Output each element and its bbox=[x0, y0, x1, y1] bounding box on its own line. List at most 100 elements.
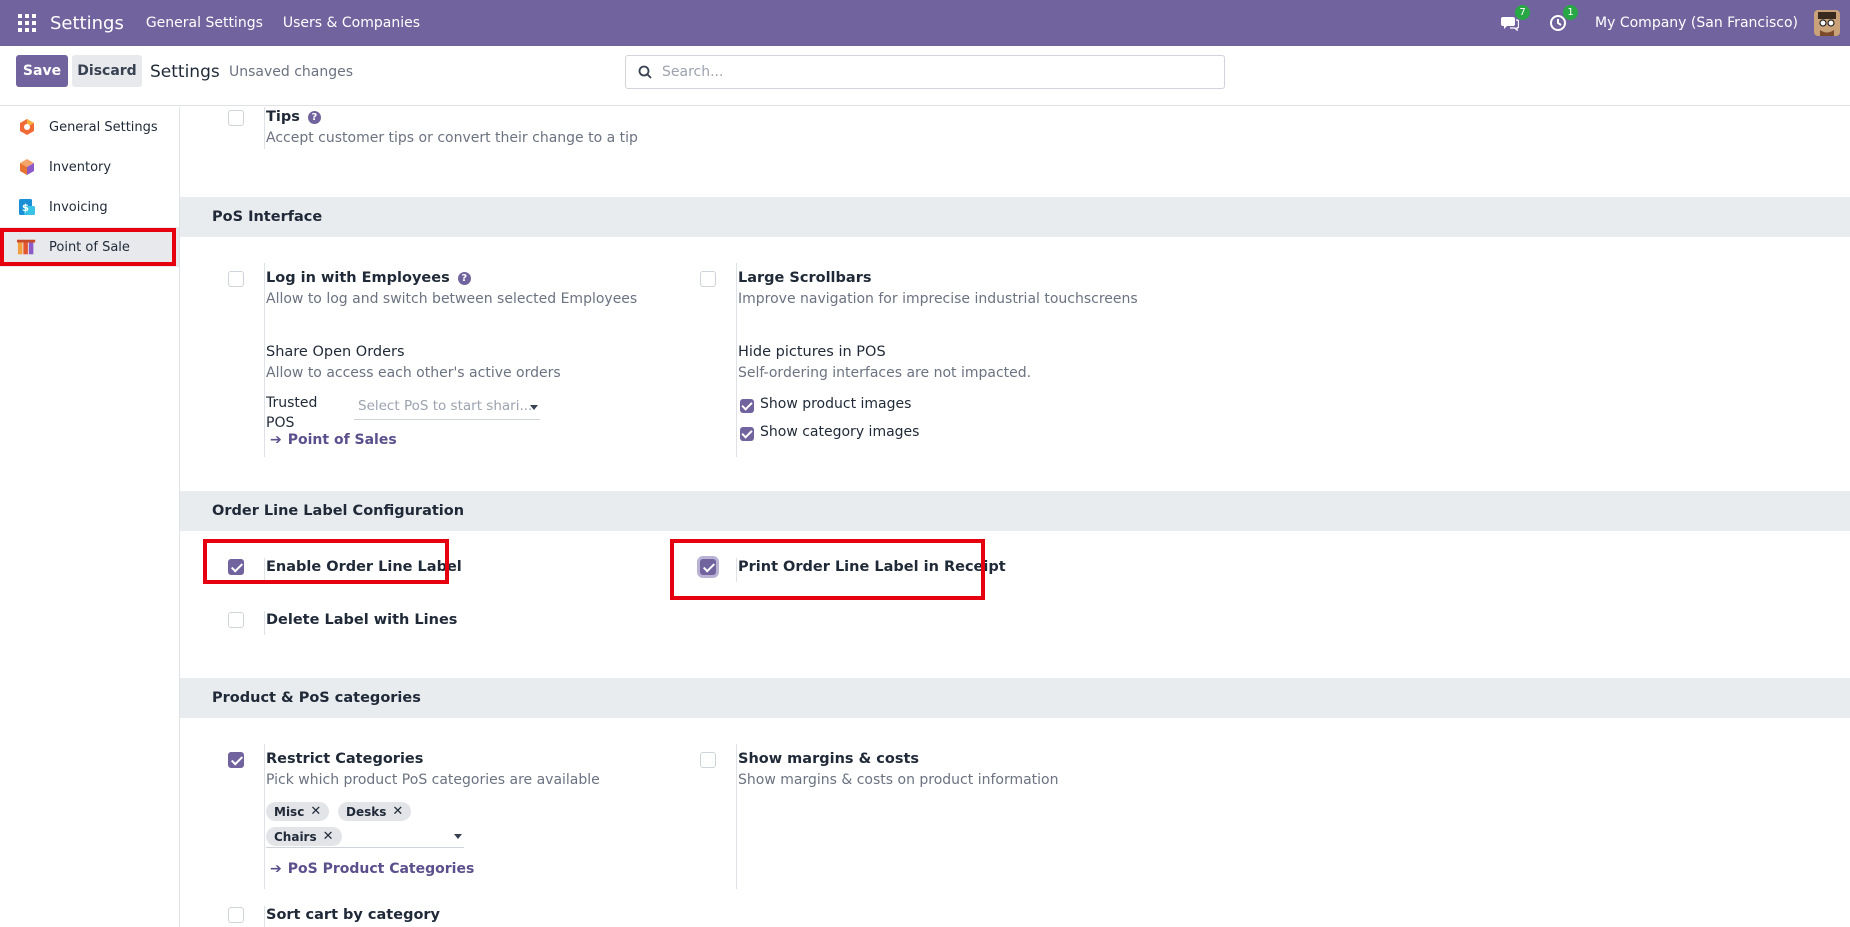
messages-badge: 7 bbox=[1515, 5, 1531, 20]
hide-pictures-desc: Self-ordering interfaces are not impacte… bbox=[738, 365, 1032, 381]
show-margins-desc: Show margins & costs on product informat… bbox=[738, 772, 1059, 788]
menu-general-settings[interactable]: General Settings bbox=[146, 15, 263, 31]
pos-product-categories-link-text: PoS Product Categories bbox=[287, 861, 475, 877]
highlight-box-pos bbox=[0, 228, 176, 266]
setting-share-orders: Share Open Orders Allow to access each o… bbox=[228, 317, 688, 457]
arrow-right-icon: ➔ bbox=[270, 861, 282, 877]
sidebar-item-general-settings[interactable]: General Settings bbox=[0, 107, 179, 147]
category-tag: Misc ✕ bbox=[266, 802, 330, 821]
section-pos-interface: PoS Interface bbox=[180, 197, 1850, 237]
point-of-sales-link[interactable]: ➔ Point of Sales bbox=[270, 432, 397, 448]
show-margins-checkbox[interactable] bbox=[700, 752, 716, 768]
restrict-categories-desc: Pick which product PoS categories are av… bbox=[266, 772, 600, 788]
category-tag: Desks ✕ bbox=[338, 802, 412, 821]
pos-product-categories-link[interactable]: ➔ PoS Product Categories bbox=[270, 861, 474, 877]
settings-main: Tips? Accept customer tips or convert th… bbox=[180, 107, 1850, 927]
trusted-pos-label-line1: Trusted bbox=[266, 395, 318, 411]
trusted-pos-select-text: Select PoS to start shari... bbox=[358, 398, 533, 414]
hide-pictures-title: Hide pictures in POS bbox=[738, 344, 886, 360]
setting-show-margins: Show margins & costs Show margins & cost… bbox=[700, 744, 1260, 889]
app-title[interactable]: Settings bbox=[50, 13, 124, 34]
delete-label-title: Delete Label with Lines bbox=[266, 612, 458, 628]
search-icon bbox=[638, 65, 652, 79]
setting-sort-cart: Sort cart by category bbox=[228, 906, 528, 927]
setting-divider bbox=[736, 744, 737, 889]
setting-large-scrollbars: Large Scrollbars Improve navigation for … bbox=[700, 263, 1260, 413]
discard-button[interactable]: Discard bbox=[72, 55, 142, 87]
svg-text:$: $ bbox=[22, 203, 29, 214]
restrict-categories-title: Restrict Categories bbox=[266, 751, 424, 767]
categories-select[interactable] bbox=[266, 824, 464, 848]
activities-icon[interactable]: 1 bbox=[1547, 5, 1579, 34]
setting-divider bbox=[264, 611, 265, 635]
sidebar-item-invoicing[interactable]: $ Invoicing bbox=[0, 187, 179, 227]
messages-icon[interactable]: 7 bbox=[1499, 5, 1531, 34]
company-switcher[interactable]: My Company (San Francisco) bbox=[1595, 15, 1798, 31]
show-product-images-label: Show product images bbox=[760, 396, 912, 412]
chevron-down-icon bbox=[530, 405, 538, 410]
show-category-images-label: Show category images bbox=[760, 424, 920, 440]
trusted-pos-label: Trusted POS bbox=[266, 395, 317, 431]
trusted-pos-select[interactable]: Select PoS to start shari... bbox=[354, 398, 540, 420]
delete-label-checkbox[interactable] bbox=[228, 612, 244, 628]
top-navbar: Settings General Settings Users & Compan… bbox=[0, 0, 1850, 46]
apps-menu-icon[interactable] bbox=[18, 14, 36, 32]
restrict-categories-checkbox[interactable] bbox=[228, 752, 244, 768]
category-tag-label: Desks bbox=[346, 804, 387, 819]
login-employees-checkbox[interactable] bbox=[228, 271, 244, 287]
large-scrollbars-desc: Improve navigation for imprecise industr… bbox=[738, 291, 1138, 307]
sidebar-item-label: Invoicing bbox=[49, 199, 108, 215]
menu-users-companies[interactable]: Users & Companies bbox=[283, 15, 420, 31]
setting-hide-pictures: Hide pictures in POS Self-ordering inter… bbox=[700, 317, 1260, 457]
remove-tag-icon[interactable]: ✕ bbox=[310, 804, 321, 819]
sidebar-item-label: Inventory bbox=[49, 159, 112, 175]
sort-cart-title: Sort cart by category bbox=[266, 907, 441, 923]
show-product-images-checkbox[interactable] bbox=[740, 399, 754, 413]
highlight-box-enable-label bbox=[203, 539, 449, 584]
tips-title-text: Tips bbox=[266, 109, 300, 125]
login-employees-title-text: Log in with Employees bbox=[266, 270, 450, 286]
search-box bbox=[625, 55, 1225, 89]
sidebar-item-label: General Settings bbox=[49, 119, 158, 135]
setting-delete-label-with-lines: Delete Label with Lines bbox=[228, 611, 528, 635]
save-button[interactable]: Save bbox=[16, 55, 68, 87]
general-settings-icon bbox=[17, 117, 37, 137]
trusted-pos-label-line2: POS bbox=[266, 415, 295, 431]
help-icon[interactable]: ? bbox=[307, 111, 321, 124]
login-employees-desc: Allow to log and switch between selected… bbox=[266, 291, 638, 307]
remove-tag-icon[interactable]: ✕ bbox=[392, 804, 403, 819]
tips-desc: Accept customer tips or convert their ch… bbox=[266, 130, 638, 146]
highlight-box-print-label bbox=[670, 539, 985, 600]
setting-divider bbox=[736, 317, 737, 457]
invoicing-icon: $ bbox=[17, 197, 37, 217]
control-panel: Save Discard Settings Unsaved changes bbox=[0, 46, 1850, 106]
setting-divider bbox=[264, 317, 265, 457]
breadcrumb-title: Settings bbox=[150, 62, 220, 82]
inventory-icon bbox=[17, 157, 37, 177]
chevron-down-icon bbox=[454, 834, 462, 839]
help-icon[interactable]: ? bbox=[457, 272, 471, 285]
search-input[interactable] bbox=[662, 64, 1202, 80]
setting-divider bbox=[264, 906, 265, 927]
setting-tips: Tips? Accept customer tips or convert th… bbox=[228, 107, 828, 149]
share-orders-desc: Allow to access each other's active orde… bbox=[266, 365, 561, 381]
activities-badge: 1 bbox=[1563, 5, 1579, 20]
setting-restrict-categories: Restrict Categories Pick which product P… bbox=[228, 744, 688, 889]
section-order-line-label: Order Line Label Configuration bbox=[180, 491, 1850, 531]
section-product-categories: Product & PoS categories bbox=[180, 678, 1850, 718]
sidebar-item-inventory[interactable]: Inventory bbox=[0, 147, 179, 187]
arrow-right-icon: ➔ bbox=[270, 432, 282, 448]
unsaved-status: Unsaved changes bbox=[229, 64, 354, 80]
show-category-images-checkbox[interactable] bbox=[740, 427, 754, 441]
tips-checkbox[interactable] bbox=[228, 110, 244, 126]
login-employees-title: Log in with Employees? bbox=[266, 270, 471, 286]
tips-title: Tips? bbox=[266, 109, 321, 125]
sort-cart-checkbox[interactable] bbox=[228, 907, 244, 923]
show-margins-title: Show margins & costs bbox=[738, 751, 920, 767]
setting-divider bbox=[264, 107, 265, 149]
user-avatar[interactable] bbox=[1814, 10, 1840, 36]
large-scrollbars-checkbox[interactable] bbox=[700, 271, 716, 287]
category-tag-label: Misc bbox=[274, 804, 305, 819]
point-of-sales-link-text: Point of Sales bbox=[287, 432, 397, 448]
setting-divider bbox=[264, 744, 265, 889]
